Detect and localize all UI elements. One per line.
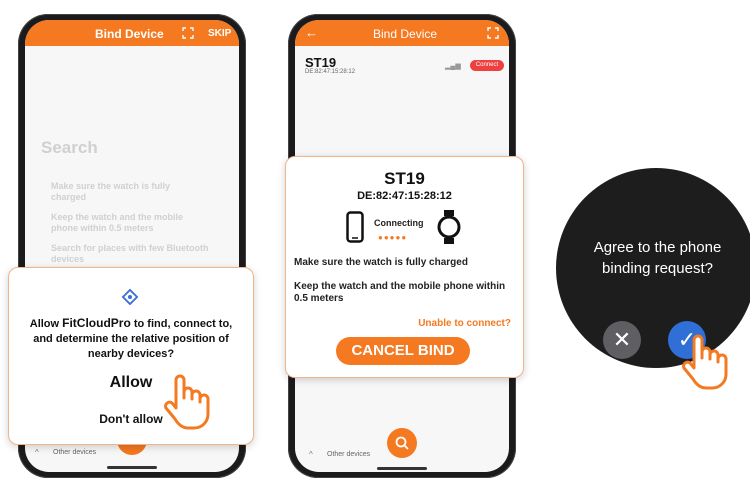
nearby-devices-icon <box>121 288 139 306</box>
signal-icon: ▂▄▆ <box>445 63 461 70</box>
page-title: Bind Device <box>373 27 438 41</box>
other-devices-label[interactable]: Other devices <box>327 451 370 458</box>
message-prefix: Allow <box>29 318 63 330</box>
phone-icon <box>346 211 364 243</box>
phone-2-topbar: ← Bind Device <box>295 20 509 46</box>
home-indicator <box>107 466 157 469</box>
permission-dialog: Allow FitCloudPro to find, connect to, a… <box>8 267 254 445</box>
skip-button[interactable]: SKIP <box>208 28 231 39</box>
hand-pointer-icon <box>162 372 212 430</box>
search-icon <box>395 436 409 450</box>
connect-button[interactable]: Connect <box>470 60 504 71</box>
cancel-bind-button[interactable]: CANCEL BIND <box>336 337 470 365</box>
unable-to-connect-link[interactable]: Unable to connect? <box>396 318 511 329</box>
device-name: ST19 <box>305 55 337 70</box>
home-indicator <box>377 467 427 470</box>
close-icon: ✕ <box>612 327 632 352</box>
search-tip-3: Search for places with few Bluetooth dev… <box>51 243 209 264</box>
scan-icon[interactable] <box>487 26 499 39</box>
search-title: Search <box>41 138 98 157</box>
reject-button[interactable]: ✕ <box>603 321 641 359</box>
dialog-device-mac: DE:82:47:15:28:12 <box>357 190 452 202</box>
search-tip-1: Make sure the watch is fully charged <box>51 181 171 202</box>
connecting-dialog: ST19 DE:82:47:15:28:12 Connecting ●●●●● … <box>285 156 524 378</box>
progress-dots: ●●●●● <box>378 233 408 242</box>
connecting-status: Connecting <box>374 218 424 228</box>
chevron-up-icon[interactable]: ^ <box>309 450 313 459</box>
scan-icon[interactable] <box>182 26 194 39</box>
chevron-up-icon[interactable]: ^ <box>35 448 39 457</box>
tip-distance: Keep the watch and the mobile phone with… <box>294 281 506 304</box>
tip-charged: Make sure the watch is fully charged <box>294 257 468 268</box>
dialog-device-name: ST19 <box>384 169 425 188</box>
device-mac: DE:82:47:15:28:12 <box>305 69 356 75</box>
page-title: Bind Device <box>95 27 164 41</box>
binding-prompt: Agree to the phone binding request? <box>593 239 722 277</box>
phone-1-topbar: Bind Device SKIP <box>25 20 239 46</box>
back-arrow-icon[interactable]: ← <box>305 25 318 40</box>
watch-icon <box>436 209 462 245</box>
app-name: FitCloudPro <box>62 316 131 330</box>
other-devices-label[interactable]: Other devices <box>53 449 96 456</box>
hand-pointer-icon <box>680 332 730 390</box>
search-fab[interactable] <box>387 428 417 458</box>
permission-message: Allow FitCloudPro to find, connect to, a… <box>23 316 239 362</box>
device-list-item[interactable]: ST19 DE:82:47:15:28:12 ▂▄▆ Connect <box>295 50 509 80</box>
search-tip-2: Keep the watch and the mobile phone with… <box>51 212 184 233</box>
